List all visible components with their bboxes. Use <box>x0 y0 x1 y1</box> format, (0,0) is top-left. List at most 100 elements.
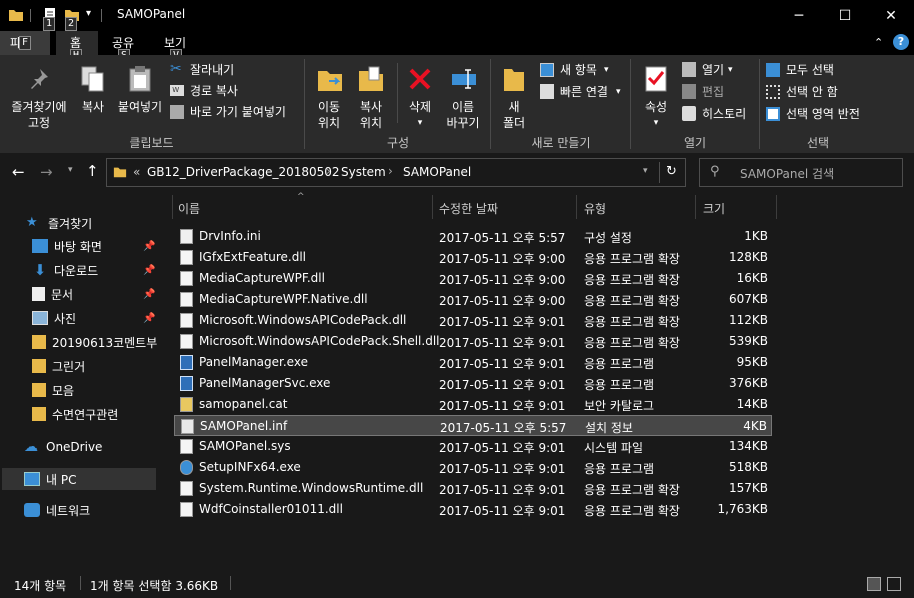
pin-icon: 📌 <box>143 240 156 252</box>
status-bar: 14개 항목 1개 항목 선택함 3.66KB <box>0 568 914 598</box>
invert-selection-icon <box>766 107 780 121</box>
move-to-label-2: 위치 <box>317 116 341 130</box>
edit-button[interactable]: 편집 <box>682 83 752 101</box>
file-row[interactable]: MediaCaptureWPF.dll 2017-05-11 오후 9:00 응용 … <box>174 268 772 289</box>
nav-network[interactable]: 네트워크 <box>0 499 158 521</box>
group-label-select: 선택 <box>806 136 830 150</box>
new-item-button[interactable]: 새 항목 ▾ <box>540 61 630 79</box>
copy-path-icon: W <box>170 85 184 96</box>
paste-shortcut-button[interactable]: 바로 가기 붙여넣기 <box>170 103 300 121</box>
overflow-icon[interactable]: « <box>133 165 140 179</box>
file-name: SetupINFx64.exe <box>199 460 301 474</box>
column-divider[interactable] <box>695 195 696 219</box>
select-all-button[interactable]: 모두 선택 <box>766 61 876 79</box>
file-row[interactable]: WdfCoinstaller01011.dll 2017-05-11 오후 9:0… <box>174 499 772 520</box>
paste-button[interactable]: 붙여넣기 <box>114 59 166 131</box>
address-dropdown-icon[interactable]: ▾ <box>643 166 648 176</box>
file-name: IGfxExtFeature.dll <box>199 250 306 264</box>
column-divider[interactable] <box>776 195 777 219</box>
file-row[interactable]: SAMOPanel.inf 2017-05-11 오후 5:57 설치 정보 4KB <box>174 415 772 436</box>
file-type: 응용 프로그램 확장 <box>584 504 680 518</box>
recent-chevron-icon[interactable]: ▾ <box>68 165 73 175</box>
file-row[interactable]: System.Runtime.WindowsRuntime.dll 2017-05… <box>174 478 772 499</box>
nav-onedrive[interactable]: ☁ OneDrive <box>0 436 158 458</box>
file-row[interactable]: Microsoft.WindowsAPICodePack.Shell.dll 20… <box>174 331 772 352</box>
cut-label: 잘라내기 <box>190 63 235 77</box>
pin-to-quick-access-button[interactable]: 즐겨찾기에 고정 <box>4 59 74 131</box>
nav-folder-collection[interactable]: 모음 <box>0 379 158 401</box>
breadcrumb-2[interactable]: System <box>341 165 386 179</box>
forward-icon[interactable]: → <box>40 163 53 181</box>
delete-button[interactable]: 삭제 ▾ <box>400 59 440 131</box>
tab-home[interactable]: 홈 H <box>56 31 98 63</box>
history-button[interactable]: 히스토리 <box>682 105 758 123</box>
invert-selection-button[interactable]: 선택 영역 반전 <box>766 105 886 123</box>
file-row[interactable]: PanelManager.exe 2017-05-11 오후 9:01 응용 프로그… <box>174 352 772 373</box>
nav-desktop[interactable]: 바탕 화면 📌 <box>0 235 158 257</box>
copy-button[interactable]: 복사 <box>76 59 110 131</box>
search-box[interactable]: ⚲ SAMOPanel 검색 <box>699 158 903 187</box>
file-row[interactable]: MediaCaptureWPF.Native.dll 2017-05-11 오후 … <box>174 289 772 310</box>
back-icon[interactable]: ← <box>12 163 25 181</box>
refresh-icon[interactable]: ↻ <box>666 164 677 179</box>
setup-exe-icon <box>180 460 193 475</box>
tab-file[interactable]: 파일 F <box>0 31 50 55</box>
breadcrumb-1[interactable]: GB12_DriverPackage_20180502 <box>147 165 340 179</box>
file-size: 14KB <box>736 397 768 411</box>
minimize-button[interactable]: ─ <box>776 0 822 31</box>
file-row[interactable]: IGfxExtFeature.dll 2017-05-11 오후 9:00 응용 프… <box>174 247 772 268</box>
large-icons-view-icon[interactable] <box>887 577 901 591</box>
column-divider[interactable] <box>432 195 433 219</box>
dll-file-icon <box>180 313 193 328</box>
file-row[interactable]: SetupINFx64.exe 2017-05-11 오후 9:01 응용 프로그램… <box>174 457 772 478</box>
nav-folder-sleep-research[interactable]: 수면연구관련 <box>0 403 158 425</box>
group-label-open: 열기 <box>683 136 707 150</box>
copy-path-button[interactable]: W 경로 복사 <box>170 82 280 100</box>
nav-pictures[interactable]: 사진 📌 <box>0 307 158 329</box>
nav-quick-access[interactable]: ★ 즐겨찾기 <box>0 212 158 234</box>
file-name: System.Runtime.WindowsRuntime.dll <box>199 481 424 495</box>
copy-to-button[interactable]: 복사 위치 <box>350 59 392 131</box>
nav-folder-20190613[interactable]: 20190613코멘트부 <box>0 331 158 353</box>
customize-qat-icon[interactable]: ▾ <box>86 8 91 19</box>
nav-this-pc[interactable]: 내 PC <box>2 468 156 490</box>
column-header-modified[interactable]: 수정한 날짜 <box>439 200 498 217</box>
up-icon[interactable]: ↑ <box>86 162 99 180</box>
chevron-down-icon: ▾ <box>728 65 733 75</box>
details-view-icon[interactable] <box>867 577 881 591</box>
rename-button[interactable]: 이름 바꾸기 <box>440 59 486 131</box>
help-icon[interactable]: ? <box>893 34 909 50</box>
nav-documents[interactable]: 문서 📌 <box>0 283 158 305</box>
ribbon: 즐겨찾기에 고정 복사 붙여넣기 ✂ 잘라내기 W 경로 복사 바로 가기 붙여… <box>0 55 914 153</box>
open-button[interactable]: 열기 ▾ <box>682 61 752 79</box>
address-field[interactable]: « GB12_DriverPackage_20180502 › System ›… <box>106 158 686 187</box>
scissors-icon: ✂ <box>170 61 182 77</box>
column-header-size[interactable]: 크기 <box>703 200 725 217</box>
maximize-button[interactable]: ☐ <box>822 0 868 31</box>
breadcrumb-3[interactable]: SAMOPanel <box>403 165 471 179</box>
file-type: 구성 설정 <box>584 231 632 245</box>
breadcrumb-separator-icon[interactable]: › <box>326 164 331 178</box>
tab-share[interactable]: 공유 S <box>104 31 144 63</box>
new-folder-button[interactable]: 새 폴더 <box>496 59 532 131</box>
properties-button[interactable]: 속성 ▾ <box>636 59 676 131</box>
cut-button[interactable]: ✂ 잘라내기 <box>170 61 280 79</box>
move-to-button[interactable]: 이동 위치 <box>308 59 350 131</box>
collapse-ribbon-icon[interactable]: ⌃ <box>874 36 883 49</box>
column-header-name[interactable]: 이름 <box>178 200 200 217</box>
column-divider[interactable] <box>576 195 577 219</box>
file-row[interactable]: samopanel.cat 2017-05-11 오후 9:01 보안 카탈로그 14… <box>174 394 772 415</box>
breadcrumb-separator-icon[interactable]: › <box>388 164 393 178</box>
nav-folder-drawings[interactable]: 그린거 <box>0 355 158 377</box>
column-header-type[interactable]: 유형 <box>584 200 606 217</box>
file-row[interactable]: SAMOPanel.sys 2017-05-11 오후 9:01 시스템 파일 134… <box>174 436 772 457</box>
file-row[interactable]: PanelManagerSvc.exe 2017-05-11 오후 9:01 응용 … <box>174 373 772 394</box>
close-button[interactable]: ✕ <box>868 0 914 31</box>
nav-downloads[interactable]: ⬇ 다운로드 📌 <box>0 259 158 281</box>
file-row[interactable]: Microsoft.WindowsAPICodePack.dll 2017-05-… <box>174 310 772 331</box>
select-none-button[interactable]: 선택 안 함 <box>766 83 876 101</box>
file-row[interactable]: DrvInfo.ini 2017-05-11 오후 5:57 구성 설정 1KB <box>174 226 772 247</box>
ini-file-icon <box>180 229 193 244</box>
tab-view[interactable]: 보기 V <box>156 31 196 63</box>
easy-access-button[interactable]: 빠른 연결 ▾ <box>540 83 640 101</box>
